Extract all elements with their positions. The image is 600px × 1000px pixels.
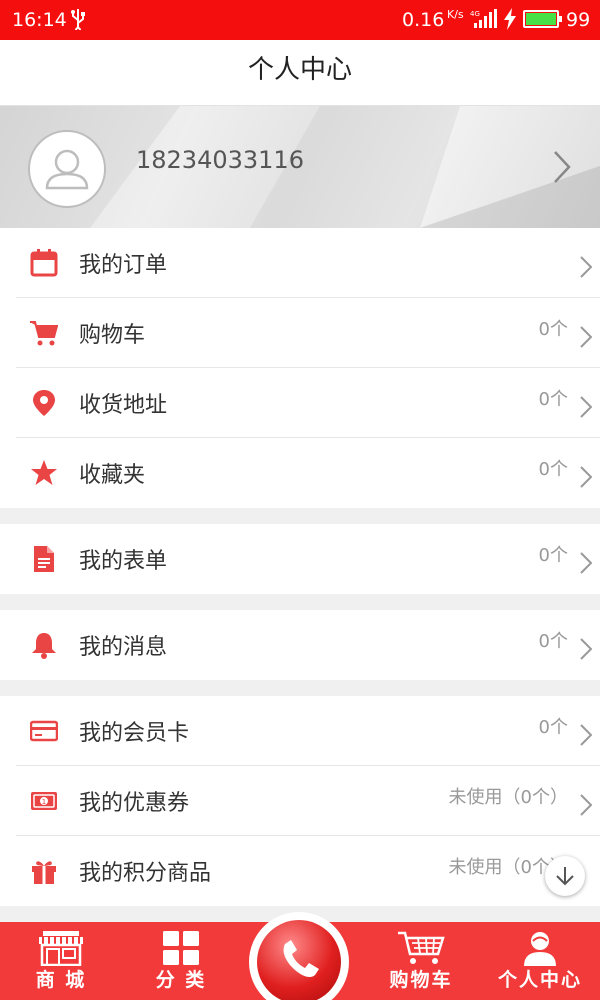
shopping-cart-icon [398,931,445,964]
menu-item-messages[interactable]: 我的消息 0个 [16,610,600,680]
chevron-right-icon [580,724,592,746]
document-icon [34,546,54,572]
tab-shop[interactable]: 商 城 [20,922,102,1000]
menu-item-membership[interactable]: 我的会员卡 0个 [16,696,600,766]
calendar-icon [30,249,58,277]
tab-label: 个人中心 [497,969,582,991]
tab-cart[interactable]: 购物车 [380,922,462,1000]
svg-text:1: 1 [42,798,46,806]
phone-icon [283,940,319,978]
menu-item-cart[interactable]: 购物车 0个 [16,298,600,368]
menu-item-label: 我的积分商品 [79,861,212,886]
tab-label: 商 城 [35,969,87,991]
menu-item-orders[interactable]: 我的订单 [16,228,600,298]
menu-group-member: 我的会员卡 0个 1 我的优惠券 未使用（0个） 我的积分商品 未使用（0个） [0,696,600,906]
menu-item-label: 我的订单 [79,253,168,278]
tab-label: 分 类 [155,969,207,991]
item-count: 未使用（0个） [448,787,568,808]
chevron-right-icon [580,638,592,660]
battery-icon [523,10,562,28]
location-pin-icon [33,390,55,416]
star-icon [31,460,57,485]
menu-group-shopping: 我的订单 购物车 0个 收货地址 0个 收藏夹 0个 [0,228,600,508]
card-icon [30,720,58,742]
chevron-right-icon [580,326,592,348]
money-icon: 1 [31,792,57,810]
menu-item-label: 购物车 [79,323,146,348]
net-speed: 0.16 [402,9,445,31]
menu-item-points[interactable]: 我的积分商品 未使用（0个） [16,836,600,906]
menu-item-forms[interactable]: 我的表单 0个 [16,524,600,594]
net-speed-unit: K/s [447,8,464,21]
page-title: 个人中心 [247,55,352,85]
menu-group-forms: 我的表单 0个 [0,524,600,594]
storefront-icon [39,931,83,966]
item-count: 0个 [538,545,568,566]
cart-icon [30,321,58,346]
item-count: 0个 [538,389,568,410]
item-count: 0个 [538,319,568,340]
item-count: 0个 [538,459,568,480]
menu-item-label: 我的表单 [79,549,168,574]
tab-category[interactable]: 分 类 [140,922,222,1000]
chevron-right-icon [580,552,592,574]
svg-text:4G: 4G [470,10,480,18]
chevron-right-icon [580,794,592,816]
bell-icon [32,633,56,659]
avatar[interactable] [28,130,106,208]
usb-icon [70,8,86,35]
battery-level: 99 [566,9,591,31]
profile-header[interactable]: 18234033116 [0,106,600,228]
chevron-right-icon [580,396,592,418]
menu-item-label: 我的优惠券 [79,791,190,816]
item-count: 0个 [538,717,568,738]
item-count: 0个 [538,631,568,652]
gift-icon [32,861,56,884]
menu-item-label: 我的会员卡 [79,721,190,746]
menu-item-coupons[interactable]: 1 我的优惠券 未使用（0个） [16,766,600,836]
charging-icon [503,8,517,35]
tab-profile[interactable]: 个人中心 [484,922,596,1000]
status-time: 16:14 [12,9,67,31]
page-title-bar: 个人中心 [0,40,600,106]
user-phone: 18234033116 [136,146,304,174]
person-icon [524,932,556,966]
chevron-right-icon [554,151,571,183]
menu-group-messages: 我的消息 0个 [0,610,600,680]
chevron-right-icon [580,256,592,278]
signal-icon: 4G [470,9,498,34]
tab-label: 购物车 [389,969,453,991]
menu-item-address[interactable]: 收货地址 0个 [16,368,600,438]
status-bar: 16:14 0.16 K/s 4G 99 [0,0,600,40]
menu-item-label: 我的消息 [79,635,168,660]
user-icon [45,149,89,190]
grid-icon [163,931,199,965]
scroll-down-button[interactable] [545,856,585,896]
arrow-down-icon [556,867,574,886]
menu-item-label: 收货地址 [79,393,168,418]
menu-item-favorites[interactable]: 收藏夹 0个 [16,438,600,508]
chevron-right-icon [580,466,592,488]
menu-item-label: 收藏夹 [79,463,146,488]
